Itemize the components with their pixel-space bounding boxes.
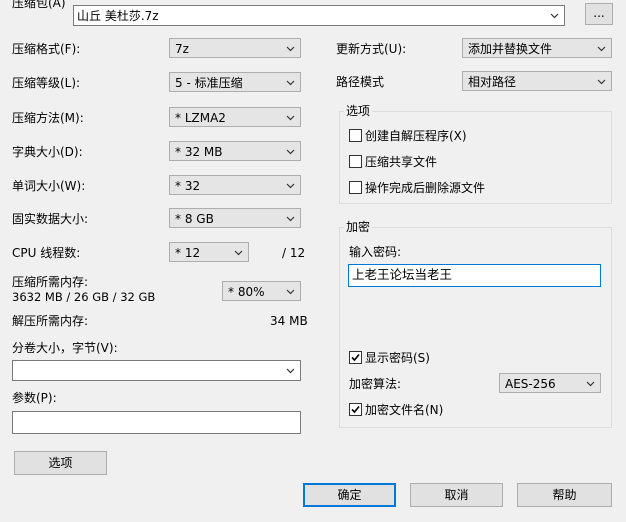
options-button[interactable]: 选项 (14, 451, 107, 475)
chevron-down-icon (286, 149, 295, 155)
params-input[interactable] (12, 411, 301, 434)
threads-label: CPU 线程数: (12, 246, 81, 260)
encrypt-names-checkbox[interactable] (349, 403, 362, 416)
threads-value: * 12 (175, 246, 201, 260)
enc-method-label: 加密算法: (349, 377, 402, 391)
format-select[interactable]: 7z (169, 38, 301, 58)
cancel-button[interactable]: 取消 (410, 483, 503, 507)
path-mode-value: 相对路径 (468, 75, 517, 89)
checkmark-icon (351, 353, 360, 362)
chevron-down-icon (234, 250, 243, 256)
checkmark-icon (351, 405, 360, 414)
params-label: 参数(P): (12, 391, 57, 405)
mem-comp-select[interactable]: * 80% (222, 281, 301, 301)
method-value: * LZMA2 (175, 111, 226, 125)
password-label: 输入密码: (349, 245, 402, 259)
word-label: 单词大小(W): (12, 179, 86, 193)
solid-label: 固实数据大小: (12, 212, 89, 226)
chevron-down-icon (286, 115, 295, 121)
path-mode-label: 路径模式 (336, 75, 385, 89)
chevron-down-icon (286, 216, 295, 222)
chevron-down-icon (550, 13, 559, 19)
encryption-group-title: 加密 (344, 220, 373, 234)
show-password-label: 显示密码(S) (365, 351, 430, 365)
chevron-down-icon (286, 183, 295, 189)
chevron-down-icon (286, 289, 295, 295)
ok-button[interactable]: 确定 (303, 483, 396, 507)
mem-decomp-value: 34 MB (270, 314, 308, 328)
method-label: 压缩方法(M): (12, 111, 84, 125)
volume-label: 分卷大小，字节(V): (12, 341, 118, 355)
delete-after-checkbox[interactable] (349, 181, 362, 194)
update-mode-select[interactable]: 添加并替换文件 (462, 38, 612, 58)
encrypt-names-label: 加密文件名(N) (365, 403, 444, 417)
method-select[interactable]: * LZMA2 (169, 107, 301, 127)
update-mode-value: 添加并替换文件 (468, 42, 553, 56)
mem-comp-detail: 3632 MB / 26 GB / 32 GB (12, 290, 156, 304)
format-label: 压缩格式(F): (12, 42, 81, 56)
browse-button[interactable]: ... (585, 3, 613, 25)
format-value: 7z (175, 42, 189, 56)
chevron-down-icon (586, 381, 595, 387)
volume-combo[interactable] (12, 360, 301, 381)
chevron-down-icon (286, 368, 295, 374)
mem-decomp-label: 解压所需内存: (12, 314, 89, 328)
solid-value: * 8 GB (175, 212, 214, 226)
path-mode-select[interactable]: 相对路径 (462, 71, 612, 91)
password-value: 上老王论坛当老王 (352, 267, 453, 282)
word-select[interactable]: * 32 (169, 175, 301, 195)
archive-path-combo[interactable]: 山丘 美杜莎.7z (73, 5, 565, 26)
show-password-checkbox[interactable] (349, 351, 362, 364)
shared-checkbox[interactable] (349, 155, 362, 168)
dict-label: 字典大小(D): (12, 145, 83, 159)
mem-comp-label: 压缩所需内存: (12, 275, 89, 289)
level-select[interactable]: 5 - 标准压缩 (169, 72, 301, 92)
chevron-down-icon (597, 46, 606, 52)
level-label: 压缩等级(L): (12, 76, 81, 90)
dict-value: * 32 MB (175, 145, 223, 159)
level-value: 5 - 标准压缩 (175, 76, 243, 90)
update-mode-label: 更新方式(U): (336, 42, 407, 56)
delete-after-label: 操作完成后删除源文件 (365, 181, 486, 195)
chevron-down-icon (286, 46, 295, 52)
threads-select[interactable]: * 12 (169, 242, 249, 262)
chevron-down-icon (597, 79, 606, 85)
enc-method-value: AES-256 (505, 377, 556, 391)
sfx-checkbox[interactable] (349, 129, 362, 142)
dict-select[interactable]: * 32 MB (169, 141, 301, 161)
shared-label: 压缩共享文件 (365, 155, 438, 169)
password-input[interactable]: 上老王论坛当老王 (348, 264, 601, 287)
options-group-title: 选项 (344, 104, 373, 118)
sfx-label: 创建自解压程序(X) (365, 129, 467, 143)
help-button[interactable]: 帮助 (517, 483, 612, 507)
word-value: * 32 (175, 179, 201, 193)
archive-path-value: 山丘 美杜莎.7z (77, 9, 159, 23)
solid-select[interactable]: * 8 GB (169, 208, 301, 228)
threads-max: / 12 (282, 246, 306, 260)
mem-comp-value: * 80% (228, 285, 265, 299)
archive-label: 压缩包(A) (12, 0, 66, 10)
enc-method-select[interactable]: AES-256 (499, 373, 601, 393)
chevron-down-icon (286, 80, 295, 86)
